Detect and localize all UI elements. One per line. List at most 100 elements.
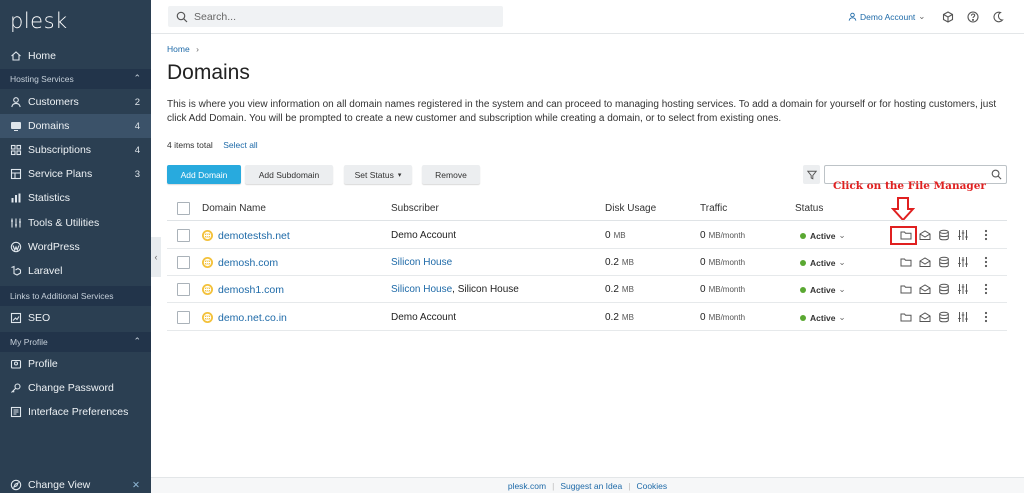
status-dropdown[interactable]: Active ⌄ (800, 312, 846, 323)
sidebar-item-laravel[interactable]: Laravel (0, 259, 151, 283)
row-checkbox[interactable] (177, 229, 190, 242)
page-description: This is where you view information on al… (167, 99, 997, 124)
sidebar-item-change-password[interactable]: Change Password (0, 376, 151, 400)
sidebar-item-customers[interactable]: Customers 2 (0, 90, 151, 114)
grid-icon (10, 144, 22, 156)
row-checkbox[interactable] (177, 283, 190, 296)
moon-icon[interactable] (992, 11, 1004, 23)
mail-icon[interactable] (919, 256, 931, 268)
file-manager-icon[interactable] (900, 311, 912, 323)
section-hosting-services[interactable]: Hosting Services ⌃ (0, 69, 151, 89)
file-manager-icon[interactable] (900, 283, 912, 295)
disk-usage-cell: 0.2 MB (605, 249, 634, 276)
database-icon[interactable] (938, 256, 950, 268)
globe-icon (202, 312, 213, 323)
domains-count: 4 (134, 120, 140, 132)
subscriber-cell: Silicon House (391, 249, 452, 276)
domain-link[interactable]: demotestsh.net (218, 230, 290, 242)
status-dropdown[interactable]: Active ⌄ (800, 230, 846, 241)
header-subscriber[interactable]: Subscriber (391, 195, 439, 221)
sidebar-item-interface-preferences[interactable]: Interface Preferences (0, 400, 151, 424)
sidebar-item-tools-utilities[interactable]: Tools & Utilities (0, 211, 151, 235)
sidebar-item-domains[interactable]: Domains 4 (0, 114, 151, 138)
filter-button[interactable] (803, 165, 820, 184)
add-subdomain-button[interactable]: Add Subdomain (245, 165, 333, 184)
more-options-icon[interactable] (980, 229, 992, 241)
sidebar-item-service-plans[interactable]: Service Plans 3 (0, 162, 151, 186)
mail-icon[interactable] (919, 229, 931, 241)
footer-link-plesk[interactable]: plesk.com (508, 481, 546, 491)
more-options-icon[interactable] (980, 311, 992, 323)
file-manager-icon[interactable] (900, 256, 912, 268)
database-icon[interactable] (938, 229, 950, 241)
traffic-unit: MB/month (708, 285, 746, 294)
header-domain-name[interactable]: Domain Name (202, 195, 266, 221)
mail-icon[interactable] (919, 311, 931, 323)
account-menu[interactable]: Demo Account ⌄ (848, 11, 925, 22)
domain-link[interactable]: demo.net.co.in (218, 312, 287, 324)
breadcrumb-separator: › (196, 44, 199, 54)
traffic-cell: 0 MB/month (700, 222, 745, 249)
hosting-settings-icon[interactable] (957, 256, 969, 268)
sidebar-item-home[interactable]: Home (0, 44, 151, 68)
status-cell: Active ⌄ (800, 222, 846, 249)
breadcrumb-home[interactable]: Home (167, 44, 190, 54)
select-all-checkbox[interactable] (177, 201, 190, 215)
remove-button[interactable]: Remove (422, 165, 480, 184)
database-icon[interactable] (938, 311, 950, 323)
hosting-settings-icon[interactable] (957, 229, 969, 241)
sidebar-item-label: Change Password (28, 382, 114, 394)
home-icon (10, 50, 22, 62)
disk-usage-cell: 0 MB (605, 222, 626, 249)
domain-link[interactable]: demosh.com (218, 257, 278, 269)
row-checkbox[interactable] (177, 311, 190, 324)
search-input[interactable]: Search... (168, 6, 503, 27)
mail-icon[interactable] (919, 283, 931, 295)
hosting-settings-icon[interactable] (957, 311, 969, 323)
hosting-settings-icon[interactable] (957, 283, 969, 295)
traffic-value: 0 (700, 312, 706, 323)
row-checkbox[interactable] (177, 256, 190, 269)
sidebar-item-subscriptions[interactable]: Subscriptions 4 (0, 138, 151, 162)
footer-link-suggest-idea[interactable]: Suggest an Idea (560, 481, 622, 491)
set-status-button[interactable]: Set Status ▾ (344, 165, 412, 184)
topbar: Search... Demo Account ⌄ (151, 0, 1024, 34)
traffic-value: 0 (700, 284, 706, 295)
status-label: Active (810, 230, 836, 241)
more-options-icon[interactable] (980, 283, 992, 295)
status-dot-icon (800, 286, 806, 293)
traffic-value: 0 (700, 230, 706, 241)
disk-usage-value: 0.2 (605, 257, 619, 268)
status-dropdown[interactable]: Active ⌄ (800, 284, 846, 295)
header-traffic[interactable]: Traffic (700, 195, 727, 221)
database-icon[interactable] (938, 283, 950, 295)
file-manager-icon[interactable] (900, 229, 912, 241)
domain-link[interactable]: demosh1.com (218, 284, 284, 296)
sidebar-item-wordpress[interactable]: WordPress (0, 235, 151, 259)
select-all-link[interactable]: Select all (223, 140, 258, 150)
close-icon[interactable]: ✕ (132, 480, 140, 491)
status-dropdown[interactable]: Active ⌄ (800, 257, 846, 268)
sidebar-item-statistics[interactable]: Statistics (0, 186, 151, 210)
header-disk-usage[interactable]: Disk Usage (605, 195, 656, 221)
more-options-icon[interactable] (980, 256, 992, 268)
add-domain-button[interactable]: Add Domain (167, 165, 241, 184)
domain-cell: demosh.com (202, 249, 278, 276)
bar-chart-icon (10, 192, 22, 204)
subscriber-link[interactable]: Silicon House (391, 284, 452, 295)
globe-icon (202, 230, 213, 241)
plesk-logo[interactable]: plesk (10, 9, 68, 33)
sidebar-collapse-handle[interactable]: ‹ (151, 237, 161, 277)
subscriber-link[interactable]: Silicon House (391, 257, 452, 268)
seo-icon (10, 312, 22, 324)
sidebar-item-profile[interactable]: Profile (0, 352, 151, 376)
footer-link-cookies[interactable]: Cookies (636, 481, 667, 491)
sidebar-item-seo[interactable]: SEO (0, 306, 151, 330)
status-cell: Active ⌄ (800, 249, 846, 276)
extensions-icon[interactable] (942, 11, 954, 23)
section-my-profile[interactable]: My Profile ⌃ (0, 332, 151, 352)
change-view-button[interactable]: Change View ✕ (0, 473, 151, 493)
help-icon[interactable] (967, 11, 979, 23)
header-status[interactable]: Status (795, 195, 823, 221)
section-links-additional-services[interactable]: Links to Additional Services (0, 286, 151, 306)
